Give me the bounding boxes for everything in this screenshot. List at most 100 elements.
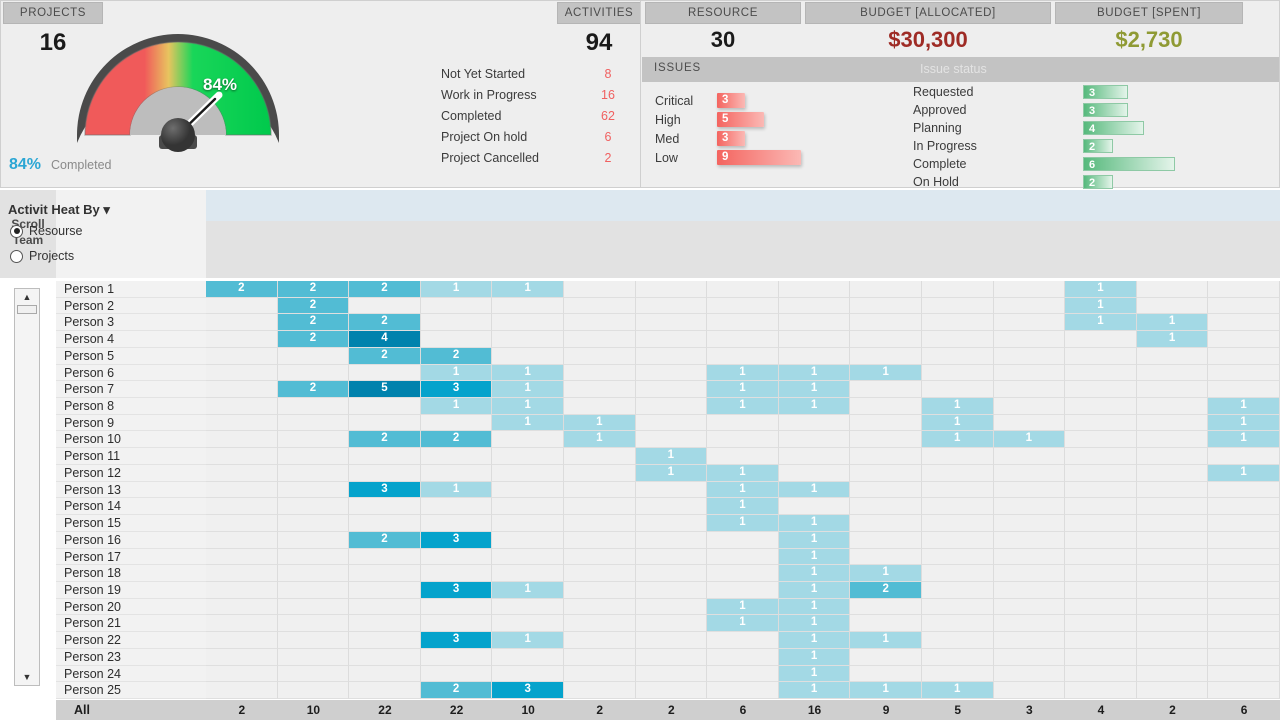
heatmap-cell[interactable]: [636, 682, 708, 699]
heatmap-cell[interactable]: [564, 582, 636, 599]
radio-resource[interactable]: Resourse: [10, 224, 83, 238]
heatmap-cell[interactable]: [564, 666, 636, 683]
heatmap-cell[interactable]: 1: [492, 281, 564, 298]
heatmap-cell[interactable]: 2: [349, 314, 421, 331]
heatmap-cell[interactable]: 1: [707, 381, 779, 398]
heatmap-cell[interactable]: [707, 582, 779, 599]
heatmap-cell[interactable]: [1208, 314, 1280, 331]
heatmap-cell[interactable]: 1: [492, 365, 564, 382]
heatmap-cell[interactable]: 1: [779, 549, 851, 566]
heatmap-cell[interactable]: [492, 298, 564, 315]
heatmap-cell[interactable]: [994, 314, 1066, 331]
heatmap-cell[interactable]: [278, 599, 350, 616]
heatmap-cell[interactable]: 1: [707, 515, 779, 532]
table-row[interactable]: Person 2011: [56, 599, 1280, 616]
heatmap-cell[interactable]: [636, 632, 708, 649]
table-row[interactable]: Person 231: [56, 649, 1280, 666]
heatmap-cell[interactable]: [636, 515, 708, 532]
heatmap-cell[interactable]: [564, 532, 636, 549]
heatmap-cell[interactable]: 1: [779, 615, 851, 632]
heatmap-cell[interactable]: 4: [349, 331, 421, 348]
heatmap-cell[interactable]: [707, 298, 779, 315]
heatmap-cell[interactable]: [850, 431, 922, 448]
heatmap-cell[interactable]: [707, 448, 779, 465]
heatmap-cell[interactable]: [1065, 482, 1137, 499]
heatmap-cell[interactable]: [492, 431, 564, 448]
heatmap-cell[interactable]: [206, 314, 278, 331]
heatmap-cell[interactable]: [994, 348, 1066, 365]
heatmap-cell[interactable]: [1065, 515, 1137, 532]
heatmap-cell[interactable]: [922, 448, 994, 465]
heatmap-cell[interactable]: [1208, 666, 1280, 683]
heatmap-cell[interactable]: [850, 532, 922, 549]
heatmap-cell[interactable]: [994, 666, 1066, 683]
heatmap-cell[interactable]: [779, 314, 851, 331]
heatmap-cell[interactable]: [1137, 281, 1209, 298]
heatmap-cell[interactable]: 2: [278, 331, 350, 348]
heatmap-cell[interactable]: 2: [278, 314, 350, 331]
heatmap-cell[interactable]: [1208, 365, 1280, 382]
heatmap-cell[interactable]: [206, 649, 278, 666]
heatmap-cell[interactable]: [206, 348, 278, 365]
heatmap-cell[interactable]: [994, 549, 1066, 566]
heatmap-cell[interactable]: [636, 381, 708, 398]
heatmap-cell[interactable]: [922, 281, 994, 298]
heatmap-cell[interactable]: [1065, 615, 1137, 632]
heatmap-cell[interactable]: 2: [421, 348, 493, 365]
heatmap-cell[interactable]: [922, 348, 994, 365]
heatmap-cell[interactable]: [707, 431, 779, 448]
heatmap-cell[interactable]: [922, 632, 994, 649]
heatmap-cell[interactable]: [994, 365, 1066, 382]
table-row[interactable]: Person 223111: [56, 632, 1280, 649]
heatmap-cell[interactable]: 1: [1065, 281, 1137, 298]
heatmap-cell[interactable]: [1208, 381, 1280, 398]
heatmap-cell[interactable]: [994, 632, 1066, 649]
heatmap-cell[interactable]: [1208, 615, 1280, 632]
heatmap-cell[interactable]: [492, 549, 564, 566]
heatmap-cell[interactable]: [779, 431, 851, 448]
table-row[interactable]: Person 133111: [56, 482, 1280, 499]
team-vertical-scrollbar[interactable]: ▲ ▼: [14, 288, 40, 686]
heatmap-cell[interactable]: [492, 615, 564, 632]
heatmap-cell[interactable]: [636, 649, 708, 666]
heatmap-cell[interactable]: [206, 682, 278, 699]
heatmap-cell[interactable]: [492, 448, 564, 465]
heatmap-cell[interactable]: 3: [421, 632, 493, 649]
heatmap-cell[interactable]: [994, 298, 1066, 315]
heatmap-cell[interactable]: [1065, 682, 1137, 699]
heatmap-cell[interactable]: [206, 431, 278, 448]
heatmap-cell[interactable]: [1137, 599, 1209, 616]
heatmap-cell[interactable]: [779, 281, 851, 298]
heatmap-cell[interactable]: [278, 615, 350, 632]
heatmap-cell[interactable]: [1208, 348, 1280, 365]
heatmap-cell[interactable]: [421, 415, 493, 432]
heatmap-cell[interactable]: [278, 482, 350, 499]
table-row[interactable]: Person 171: [56, 549, 1280, 566]
heatmap-cell[interactable]: [707, 549, 779, 566]
heatmap-cell[interactable]: [492, 649, 564, 666]
heatmap-cell[interactable]: [564, 632, 636, 649]
heatmap-cell[interactable]: [850, 314, 922, 331]
heatmap-cell[interactable]: [636, 532, 708, 549]
heatmap-cell[interactable]: [1137, 565, 1209, 582]
heatmap-cell[interactable]: [850, 415, 922, 432]
heatmap-cell[interactable]: [994, 532, 1066, 549]
heatmap-cell[interactable]: 2: [206, 281, 278, 298]
heatmap-cell[interactable]: [1208, 281, 1280, 298]
heatmap-cell[interactable]: [922, 465, 994, 482]
heatmap-cell[interactable]: [1208, 682, 1280, 699]
heatmap-cell[interactable]: [421, 549, 493, 566]
heatmap-cell[interactable]: [922, 599, 994, 616]
heatmap-cell[interactable]: 1: [707, 615, 779, 632]
heatmap-cell[interactable]: [1065, 448, 1137, 465]
heatmap-cell[interactable]: [492, 482, 564, 499]
heatmap-cell[interactable]: [636, 281, 708, 298]
heatmap-cell[interactable]: 1: [492, 415, 564, 432]
heatmap-cell[interactable]: 5: [349, 381, 421, 398]
heatmap-cell[interactable]: [922, 381, 994, 398]
heatmap-cell[interactable]: [278, 565, 350, 582]
heatmap-cell[interactable]: [707, 415, 779, 432]
heatmap-cell[interactable]: 2: [349, 431, 421, 448]
heatmap-cell[interactable]: [492, 331, 564, 348]
heatmap-cell[interactable]: [349, 649, 421, 666]
